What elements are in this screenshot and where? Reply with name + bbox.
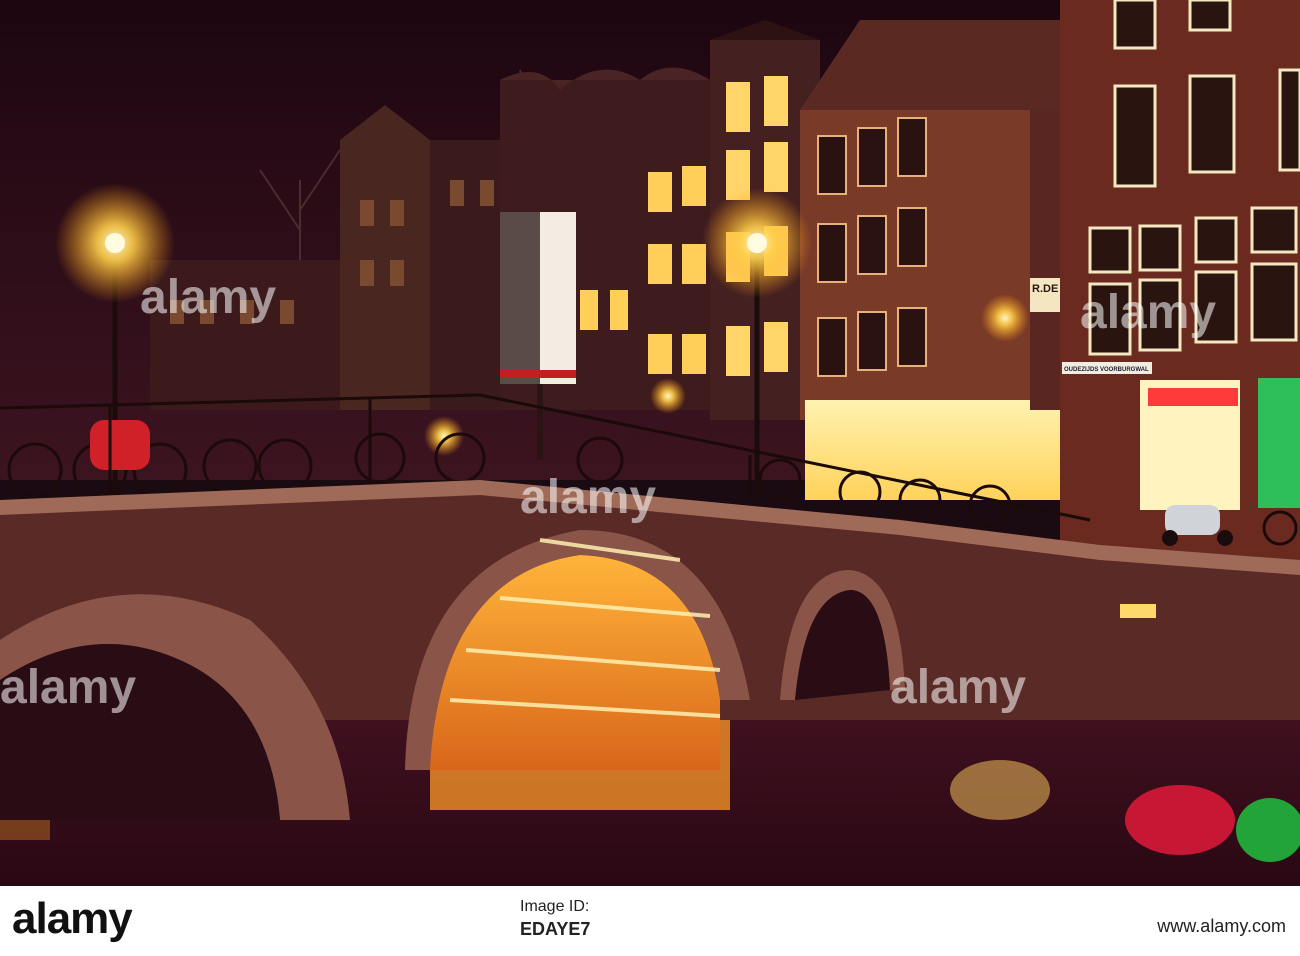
stock-footer: alamy Image ID: EDAYE7 www.alamy.com [0,886,1300,956]
brand-logo[interactable]: alamy [12,894,133,944]
right-corner-building: OUDEZIJDS VOORBURGWAL [1060,0,1300,560]
wall-light [981,294,1029,342]
stock-photo-frame: R.DE OUDEZIJDS VOORBURGWAL alamy alamy a… [0,0,1300,956]
red-scooter [90,420,150,470]
building-sign-text: R.DE [1032,283,1058,295]
image-id-block: Image ID: EDAYE7 [520,896,590,940]
bridge-light [650,378,686,414]
bridge-light [424,416,464,456]
site-url[interactable]: www.alamy.com [1157,916,1286,937]
amsterdam-canal-night-photo: R.DE OUDEZIJDS VOORBURGWAL [0,0,1300,886]
street-sign-text: OUDEZIJDS VOORBURGWAL [1064,367,1149,373]
image-id-label: Image ID: [520,898,590,915]
image-id-value: EDAYE7 [520,919,591,939]
